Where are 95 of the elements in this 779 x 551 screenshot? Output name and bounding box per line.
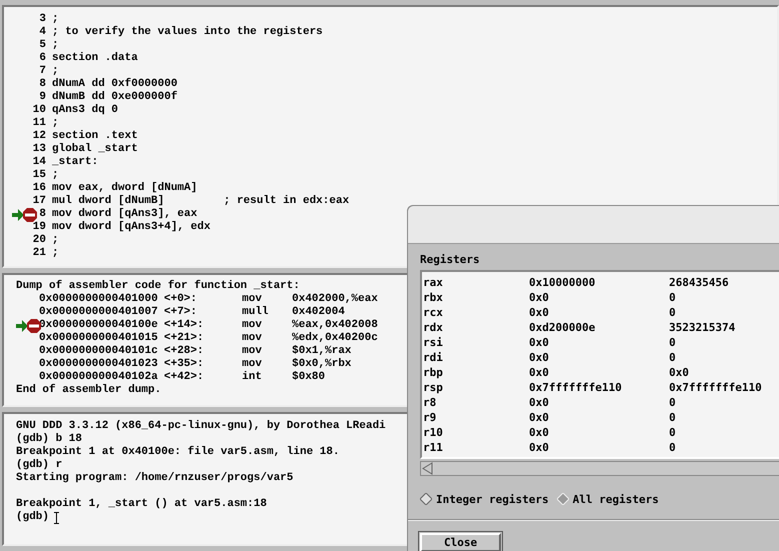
stop-sign-icon[interactable]	[27, 318, 41, 332]
registers-label: Registers	[420, 253, 480, 267]
console-line: Breakpoint 1 at 0x40100e: file var5.asm, line 18.	[16, 446, 340, 459]
register-row[interactable]: rdx 0xd200000e 3523215374	[422, 320, 779, 335]
code-line: ;	[52, 65, 59, 78]
code-line: ;	[52, 247, 59, 260]
offset: <+0>:	[164, 293, 198, 306]
register-row[interactable]: rcx 0x0 0	[422, 305, 779, 320]
mnemonic: int	[242, 371, 263, 384]
line-number: 12	[32, 130, 47, 143]
operands: $0x80	[292, 371, 326, 384]
address: 0x0000000000401000	[39, 293, 159, 306]
offset: <+35>:	[164, 358, 205, 371]
line-number: 3	[39, 13, 47, 26]
line-number: 5	[39, 39, 47, 52]
line-number: 7	[39, 65, 47, 78]
register-row[interactable]: rsp 0x7fffffffe110 0x7fffffffe110	[422, 380, 779, 395]
code-line: section .data	[52, 52, 138, 65]
offset: <+14>:	[164, 319, 205, 332]
line-number: 16	[32, 182, 47, 195]
code-line: section .text	[52, 130, 138, 143]
address: 0x0000000000401023	[39, 358, 159, 371]
mnemonic: mov	[242, 345, 263, 358]
mnemonic: mov	[242, 332, 263, 345]
code-line: ;	[52, 13, 59, 26]
address: 0x000000000040101c	[39, 345, 159, 358]
code-line: dNumA dd 0xf0000000	[52, 78, 178, 90]
register-row[interactable]: rsi 0x0 0	[422, 335, 779, 350]
close-button[interactable]: Close	[420, 533, 502, 551]
dump-header: Dump of assembler code for function _start:	[16, 280, 300, 293]
register-row[interactable]: r11 0x0 0	[422, 440, 779, 455]
line-number: 8	[39, 208, 47, 221]
operands: $0x1,%rax	[292, 345, 352, 358]
console-line: (gdb)	[16, 511, 50, 524]
code-line: ;	[52, 39, 59, 52]
operands: 0x402004	[292, 306, 345, 319]
radio-option[interactable]: All registers	[556, 492, 659, 506]
operands: %eax,0x402008	[292, 319, 378, 332]
line-number: 10	[32, 104, 47, 117]
line-number: 21	[32, 247, 47, 260]
address: 0x000000000040102a	[39, 371, 159, 384]
code-line: _start:	[52, 156, 98, 169]
line-number: 11	[32, 117, 47, 130]
code-line: mul dword [dNumB] ; result in edx:eax	[52, 195, 350, 208]
register-row[interactable]: rdi 0x0 0	[422, 350, 779, 365]
radio-indicator-icon[interactable]	[420, 493, 432, 505]
console-line: (gdb) b 18	[16, 433, 82, 446]
register-row[interactable]: r9 0x0 0	[422, 410, 779, 425]
operands: $0x0,%rbx	[292, 358, 352, 371]
line-number: 20	[32, 234, 47, 247]
code-line: mov dword [qAns3], eax	[52, 208, 198, 221]
line-number: 6	[39, 52, 47, 65]
offset: <+7>:	[164, 306, 198, 319]
stop-sign-icon[interactable]	[23, 208, 37, 222]
code-line: mov eax, dword [dNumA]	[52, 182, 198, 195]
register-row[interactable]: r8 0x0 0	[422, 395, 779, 410]
line-number: 19	[32, 221, 47, 234]
line-number: 14	[32, 156, 47, 169]
code-line: dNumB dd 0xe000000f	[52, 91, 178, 104]
radio-option[interactable]: Integer registers	[420, 492, 549, 506]
horizontal-scrollbar[interactable]	[420, 461, 779, 476]
console-line: GNU DDD 3.3.12 (x86_64-pc-linux-gnu), by Dorothea LReadi	[16, 420, 386, 433]
console-line: (gdb) r	[16, 459, 62, 472]
code-line: global _start	[52, 143, 138, 156]
line-number: 17	[32, 195, 47, 208]
code-line: ; to verify the values into the registers	[52, 26, 323, 39]
register-row[interactable]: rax 0x10000000 268435456	[422, 275, 779, 290]
console-line: Breakpoint 1, _start () at var5.asm:18	[16, 498, 267, 511]
line-number: 4	[39, 26, 47, 39]
line-number: 9	[39, 91, 47, 104]
code-line: ;	[52, 169, 59, 182]
line-number: 13	[32, 143, 47, 156]
mnemonic: mull	[242, 306, 270, 319]
mnemonic: mov	[242, 319, 263, 332]
left-arrow-icon[interactable]	[421, 462, 434, 475]
offset: <+42>:	[164, 371, 205, 384]
code-line: ;	[52, 234, 59, 247]
register-row[interactable]: r10 0x0 0	[422, 425, 779, 440]
address: 0x0000000000401007	[39, 306, 159, 319]
code-line: mov dword [qAns3+4], edx	[52, 221, 210, 234]
operands: 0x402000,%eax	[292, 293, 378, 306]
code-line: qAns3 dq 0	[52, 104, 118, 117]
register-row[interactable]: rbx 0x0 0	[422, 290, 779, 305]
line-number: 8	[39, 78, 47, 91]
address: 0x0000000000401015	[39, 332, 159, 345]
line-number: 15	[32, 169, 47, 182]
console-line: Starting program: /home/rnzuser/progs/var5	[16, 472, 294, 485]
code-line: ;	[52, 117, 59, 130]
mnemonic: mov	[242, 293, 263, 306]
operands: %edx,0x40200c	[292, 332, 378, 345]
register-row[interactable]: rbp 0x0 0x0	[422, 365, 779, 380]
mnemonic: mov	[242, 358, 263, 371]
offset: <+21>:	[164, 332, 205, 345]
dump-footer: End of assembler dump.	[16, 384, 162, 397]
offset: <+28>:	[164, 345, 205, 358]
